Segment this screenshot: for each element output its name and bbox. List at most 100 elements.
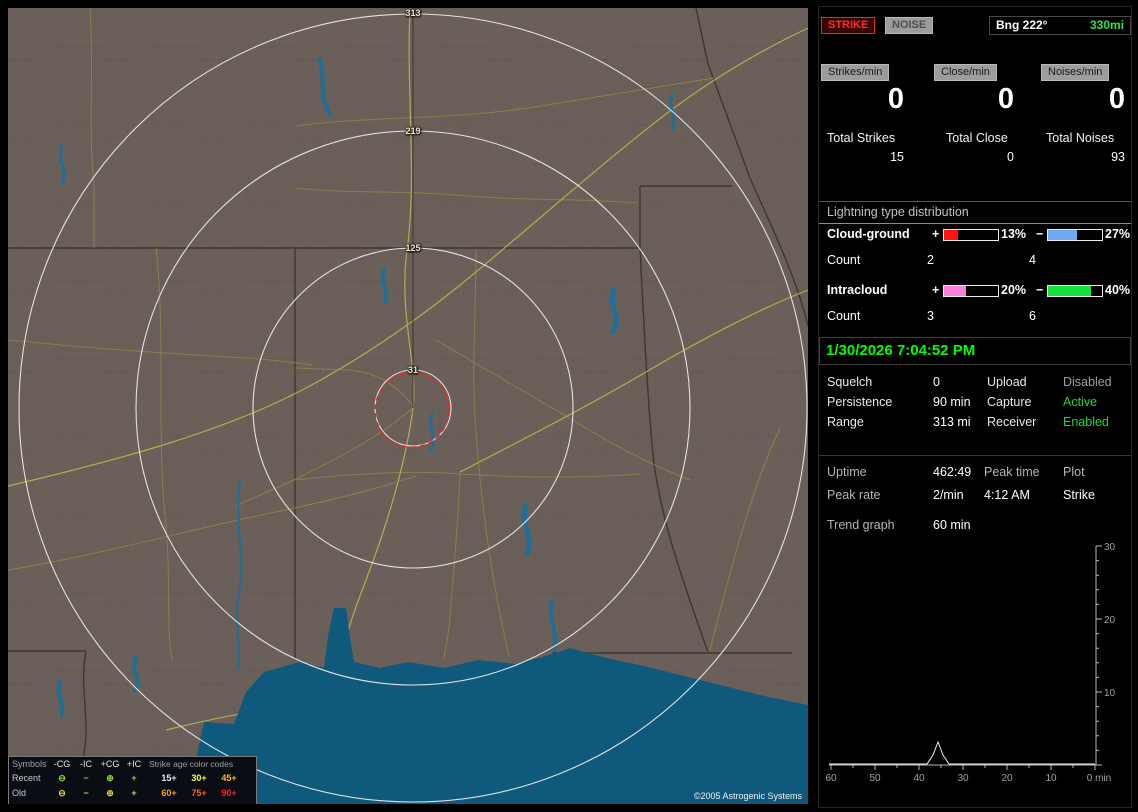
count-label: Count bbox=[827, 309, 861, 323]
trend-graph: 30 20 10 60 50 40 30 20 10 0 min bbox=[825, 542, 1116, 784]
trend-line bbox=[829, 740, 1095, 765]
neg-cg-symbol: ⊖ bbox=[58, 788, 66, 798]
minus-sign: − bbox=[1036, 227, 1044, 241]
legend-col-pos-ic: +IC bbox=[126, 759, 142, 769]
receiver-label: Receiver bbox=[987, 415, 1037, 429]
legend-old-row: Old ⊖ − ⊕ + 60+ 75+ 90+ bbox=[9, 787, 256, 800]
cg-negative-gauge bbox=[1047, 229, 1103, 241]
gauge-fill bbox=[944, 230, 959, 240]
legend-old-label: Old bbox=[12, 788, 27, 798]
bearing-readout: Bng 222° 330mi bbox=[989, 16, 1131, 35]
close-per-min-label: Close/min bbox=[934, 64, 997, 81]
noises-per-min-value: 0 bbox=[1108, 83, 1125, 115]
pos-cg-symbol: ⊕ bbox=[106, 773, 114, 783]
trend-y-tick: 10 bbox=[1104, 688, 1116, 699]
trend-graph-label: Trend graph bbox=[827, 518, 895, 532]
ic-positive-gauge bbox=[943, 285, 999, 297]
trend-x-tick: 10 bbox=[1045, 773, 1057, 784]
plot-label: Plot bbox=[1063, 465, 1085, 479]
legend-col-neg-cg: -CG bbox=[53, 759, 71, 769]
neg-ic-symbol: − bbox=[83, 773, 89, 783]
cg-positive-gauge bbox=[943, 229, 999, 241]
trend-y-tick: 30 bbox=[1104, 542, 1116, 553]
upload-label: Upload bbox=[987, 375, 1027, 389]
bearing-value: Bng 222° bbox=[996, 18, 1048, 32]
receiver-status: Enabled bbox=[1063, 415, 1109, 429]
cg-negative-count: 4 bbox=[1029, 253, 1036, 267]
total-strikes-label: Total Strikes bbox=[827, 131, 896, 145]
total-noises-value: 93 bbox=[1111, 150, 1125, 164]
strikes-per-min-label: Strikes/min bbox=[821, 64, 890, 81]
range-value: 313 mi bbox=[933, 415, 971, 429]
legend-symbols-title: Symbols bbox=[12, 759, 47, 769]
ic-positive-pct: 20% bbox=[1001, 283, 1027, 297]
plus-sign: + bbox=[932, 227, 940, 241]
cloud-ground-label: Cloud-ground bbox=[827, 227, 910, 241]
trend-x-tick: 60 bbox=[825, 773, 837, 784]
capture-label: Capture bbox=[987, 395, 1032, 409]
bearing-range: 330mi bbox=[1089, 18, 1124, 32]
gauge-fill bbox=[1048, 230, 1078, 240]
cg-positive-count: 2 bbox=[927, 253, 934, 267]
plot-value: Strike bbox=[1063, 488, 1095, 502]
pos-ic-symbol: + bbox=[131, 788, 137, 798]
persistence-value: 90 min bbox=[933, 395, 971, 409]
range-ring-label: 219 bbox=[405, 126, 421, 136]
range-label: Range bbox=[827, 415, 864, 429]
section-divider bbox=[819, 455, 1131, 456]
uptime-label: Uptime bbox=[827, 465, 867, 479]
datetime-box: 1/30/2026 7:04:52 PM bbox=[819, 337, 1131, 365]
cg-positive-pct: 13% bbox=[1001, 227, 1027, 241]
age-code: 30+ bbox=[191, 773, 207, 783]
close-per-min-value: 0 bbox=[997, 83, 1014, 115]
trend-x-tick: 30 bbox=[957, 773, 969, 784]
minus-sign: − bbox=[1036, 283, 1044, 297]
uptime-value: 462:49 bbox=[933, 465, 972, 479]
intracloud-label: Intracloud bbox=[827, 283, 888, 297]
peak-time-label: Peak time bbox=[984, 465, 1040, 479]
noise-mode-button[interactable]: NOISE bbox=[885, 17, 934, 34]
peak-rate-value: 2/min bbox=[933, 488, 964, 502]
gauge-fill bbox=[1048, 286, 1092, 296]
section-divider bbox=[819, 201, 1131, 202]
count-label: Count bbox=[827, 253, 861, 267]
total-close-label: Total Close bbox=[946, 131, 1008, 145]
peak-rate-label: Peak rate bbox=[827, 488, 881, 502]
trend-window-value: 60 min bbox=[933, 518, 971, 532]
status-panel: STRIKE NOISE Bng 222° 330mi Strikes/min … bbox=[818, 6, 1132, 808]
persistence-label: Persistence bbox=[827, 395, 893, 409]
total-strikes-value: 15 bbox=[890, 150, 904, 164]
age-code: 90+ bbox=[221, 788, 237, 798]
squelch-value: 0 bbox=[933, 375, 940, 389]
range-ring-label: 31 bbox=[407, 365, 419, 375]
strike-mode-button[interactable]: STRIKE bbox=[821, 17, 876, 34]
trend-y-tick: 20 bbox=[1104, 615, 1116, 626]
legend-header-row: Symbols -CG -IC +CG +IC Strike age color… bbox=[9, 758, 256, 771]
legend-recent-label: Recent bbox=[12, 773, 41, 783]
legend-age-title: Strike age color codes bbox=[149, 759, 234, 769]
neg-cg-symbol: ⊖ bbox=[58, 773, 66, 783]
title-underline bbox=[819, 223, 1131, 224]
trend-x-tick: 40 bbox=[913, 773, 925, 784]
range-ring-label: 125 bbox=[405, 243, 421, 253]
trend-x-tick: 20 bbox=[1001, 773, 1013, 784]
gauge-fill bbox=[944, 286, 966, 296]
total-close-value: 0 bbox=[1007, 150, 1014, 164]
age-code: 15+ bbox=[161, 773, 177, 783]
neg-ic-symbol: − bbox=[83, 788, 89, 798]
capture-status: Active bbox=[1063, 395, 1098, 409]
map-legend: Symbols -CG -IC +CG +IC Strike age color… bbox=[8, 756, 257, 804]
total-noises-label: Total Noises bbox=[1046, 131, 1115, 145]
trend-x-tick: 50 bbox=[869, 773, 881, 784]
copyright-text: ©2005 Astrogenic Systems bbox=[693, 791, 802, 801]
squelch-label: Squelch bbox=[827, 375, 873, 389]
trend-axes bbox=[829, 545, 1102, 770]
noises-per-min-label: Noises/min bbox=[1041, 64, 1110, 81]
peak-time-value: 4:12 AM bbox=[984, 488, 1030, 502]
legend-recent-row: Recent ⊖ − ⊕ + 15+ 30+ 45+ bbox=[9, 772, 256, 785]
upload-status: Disabled bbox=[1063, 375, 1112, 389]
legend-col-pos-cg: +CG bbox=[100, 759, 120, 769]
lightning-map[interactable]: 313 219 125 31 Symbols -CG -IC +CG +IC S… bbox=[8, 8, 808, 804]
age-code: 60+ bbox=[161, 788, 177, 798]
legend-col-neg-ic: -IC bbox=[80, 759, 92, 769]
